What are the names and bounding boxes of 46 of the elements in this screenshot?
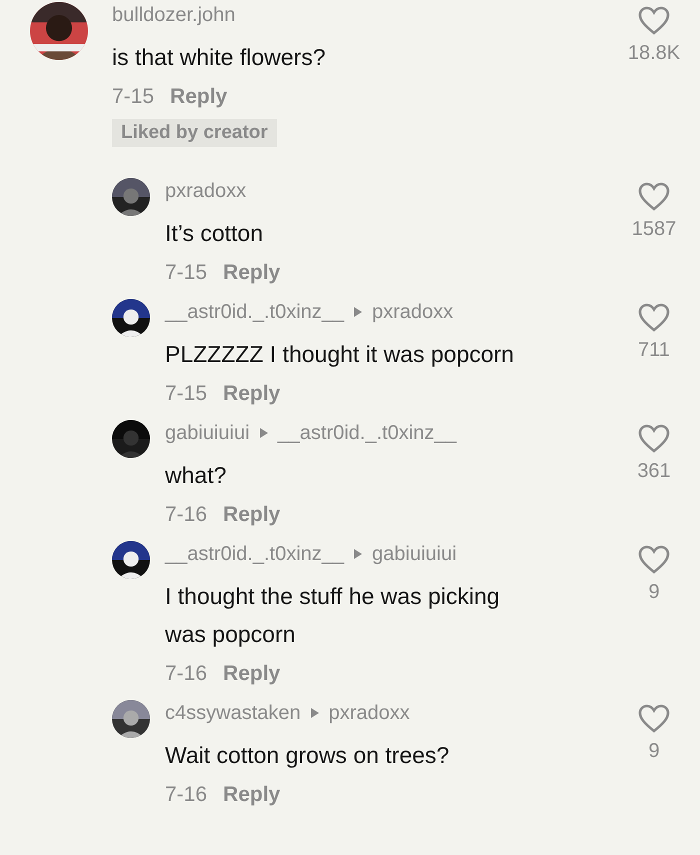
like-count: 9 xyxy=(648,740,660,763)
username[interactable]: __astr0id._.t0xinz__ xyxy=(278,420,457,446)
heart-icon[interactable] xyxy=(638,545,670,575)
comment-text: It’s cotton xyxy=(165,219,264,248)
comment-text: was popcorn xyxy=(165,620,296,649)
username[interactable]: gabiuiuiui xyxy=(165,420,250,446)
comment-text: I thought the stuff he was picking xyxy=(165,582,500,611)
comment-date: 7-16 xyxy=(165,782,208,808)
username[interactable]: pxradoxx xyxy=(165,178,246,204)
like-count: 361 xyxy=(637,460,671,483)
username[interactable]: __astr0id._.t0xinz__ xyxy=(165,299,344,325)
reply-link[interactable]: Reply xyxy=(223,780,280,810)
comment-date: 7-15 xyxy=(165,381,208,407)
comment-date: 7-16 xyxy=(165,661,208,687)
reply-link[interactable]: Reply xyxy=(223,500,280,530)
heart-icon[interactable] xyxy=(638,182,670,212)
comment-date: 7-16 xyxy=(165,502,208,528)
username[interactable]: bulldozer.john xyxy=(112,2,236,28)
username[interactable]: gabiuiuiui xyxy=(372,541,457,567)
comment-text: what? xyxy=(165,461,226,490)
caret-icon xyxy=(354,307,362,317)
caret-icon xyxy=(310,708,319,718)
like-count: 1587 xyxy=(632,218,676,241)
caret-icon xyxy=(260,428,268,438)
heart-icon[interactable] xyxy=(638,6,670,36)
reply-link[interactable]: Reply xyxy=(223,258,280,288)
comment-text: PLZZZZZ I thought it was popcorn xyxy=(165,340,514,369)
username[interactable]: c4ssywastaken xyxy=(165,700,301,726)
reply-link[interactable]: Reply xyxy=(223,379,280,409)
heart-icon[interactable] xyxy=(638,303,670,333)
username[interactable]: pxradoxx xyxy=(328,700,410,726)
username[interactable]: __astr0id._.t0xinz__ xyxy=(165,541,344,567)
caret-icon xyxy=(354,549,362,559)
username[interactable]: pxradoxx xyxy=(372,299,454,325)
reply-link[interactable]: Reply xyxy=(223,659,280,689)
comment-text: is that white flowers? xyxy=(112,43,326,72)
comment-text: Wait cotton grows on trees? xyxy=(165,741,450,770)
heart-icon[interactable] xyxy=(638,704,670,734)
comment-date: 7-15 xyxy=(165,260,208,286)
reply-link[interactable]: Reply xyxy=(170,82,228,112)
heart-icon[interactable] xyxy=(638,424,670,454)
like-count: 711 xyxy=(638,339,670,362)
like-count: 18.8K xyxy=(628,42,680,65)
like-count: 9 xyxy=(648,581,660,604)
comment-date: 7-15 xyxy=(112,84,154,110)
liked-badge: Liked by creator xyxy=(112,119,277,147)
